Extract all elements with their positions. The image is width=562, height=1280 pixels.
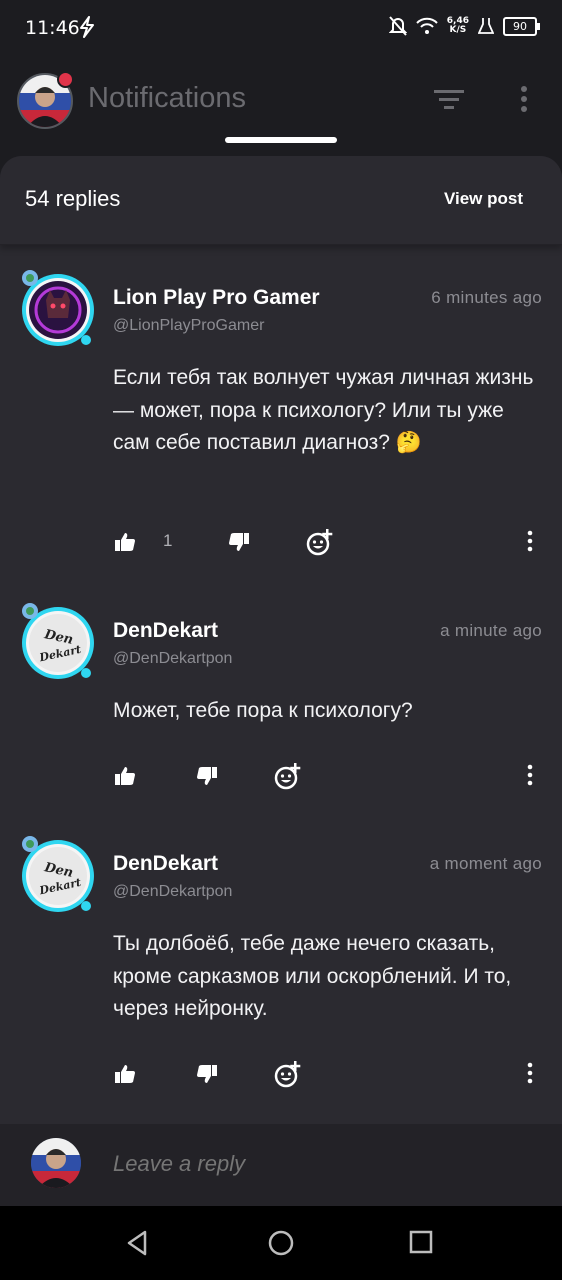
- comment-text: Ты долбоёб, тебе даже нечего сказать, кр…: [113, 932, 512, 1020]
- more-vertical-icon[interactable]: [514, 84, 534, 114]
- more-vertical-icon[interactable]: [524, 1062, 536, 1084]
- comment-author[interactable]: DenDekart: [113, 619, 218, 643]
- add-reaction-icon[interactable]: [274, 1060, 302, 1088]
- flask-icon: [478, 18, 494, 34]
- app-header: Notifications: [0, 56, 562, 156]
- charging-bolt-icon: [80, 16, 94, 38]
- comment-author[interactable]: DenDekart: [113, 852, 218, 876]
- comment-text: Может, тебе пора к психологу?: [113, 699, 413, 722]
- avatar[interactable]: Den Dekart: [16, 832, 96, 912]
- replies-sheet: 54 replies View post Lion Play Pro Gamer…: [0, 156, 562, 1206]
- avatar[interactable]: [16, 266, 96, 346]
- comment-handle[interactable]: @LionPlayProGamer: [113, 317, 264, 335]
- like-count: 1: [163, 531, 173, 550]
- dendekart-avatar-icon: Den Dekart: [22, 836, 94, 912]
- recent-apps-icon[interactable]: [409, 1230, 433, 1254]
- thumbs-up-icon[interactable]: [114, 1064, 136, 1084]
- gamer-avatar-icon: [22, 270, 94, 346]
- comment-handle[interactable]: @DenDekartpon: [113, 883, 232, 901]
- more-vertical-icon[interactable]: [524, 530, 536, 552]
- notification-dot: [57, 71, 74, 88]
- battery-indicator: 90: [503, 16, 540, 36]
- reply-bar: [0, 1124, 562, 1206]
- more-vertical-icon[interactable]: [524, 764, 536, 786]
- thumbs-down-icon[interactable]: [196, 1064, 218, 1084]
- user-photo-icon: [31, 1138, 81, 1188]
- wifi-icon: [416, 17, 438, 34]
- sheet-grabber[interactable]: [225, 137, 337, 143]
- avatar: [31, 1138, 81, 1188]
- system-nav-bar: [0, 1206, 562, 1280]
- thumbs-up-icon[interactable]: [114, 766, 136, 786]
- avatar[interactable]: Den Dekart: [16, 599, 96, 679]
- add-reaction-icon[interactable]: [274, 762, 302, 790]
- back-icon[interactable]: [125, 1230, 151, 1256]
- comment-actions: [0, 762, 562, 792]
- comment-author[interactable]: Lion Play Pro Gamer: [113, 286, 320, 310]
- comment-actions: [0, 1060, 562, 1090]
- thumbs-down-icon[interactable]: [228, 532, 250, 552]
- home-icon[interactable]: [268, 1230, 294, 1256]
- add-reaction-icon[interactable]: [306, 528, 334, 556]
- replies-count: 54 replies: [25, 186, 121, 211]
- status-bar: 11:46 6,46 K/S 90: [0, 0, 562, 56]
- page-title: Notifications: [88, 82, 246, 114]
- net-speed-unit: K/S: [449, 25, 467, 35]
- comment-timestamp: a minute ago: [440, 621, 542, 640]
- filter-icon[interactable]: [433, 88, 465, 112]
- thumbs-up-icon[interactable]: [114, 532, 136, 552]
- comment-timestamp: a moment ago: [429, 854, 542, 873]
- status-time: 11:46: [25, 17, 80, 39]
- view-post-button[interactable]: View post: [444, 189, 523, 209]
- comment-handle[interactable]: @DenDekartpon: [113, 650, 232, 668]
- net-speed: 6,46 K/S: [447, 17, 469, 35]
- comment-actions: 1: [0, 528, 562, 558]
- sheet-header: 54 replies View post: [0, 156, 562, 245]
- bell-off-icon: [388, 16, 407, 36]
- reply-input[interactable]: [113, 1151, 533, 1177]
- dendekart-avatar-icon: Den Dekart: [22, 603, 94, 679]
- thumbs-down-icon[interactable]: [196, 766, 218, 786]
- comment-timestamp: 6 minutes ago: [431, 288, 542, 307]
- comment-text: Если тебя так волнует чужая личная жизнь…: [113, 366, 534, 454]
